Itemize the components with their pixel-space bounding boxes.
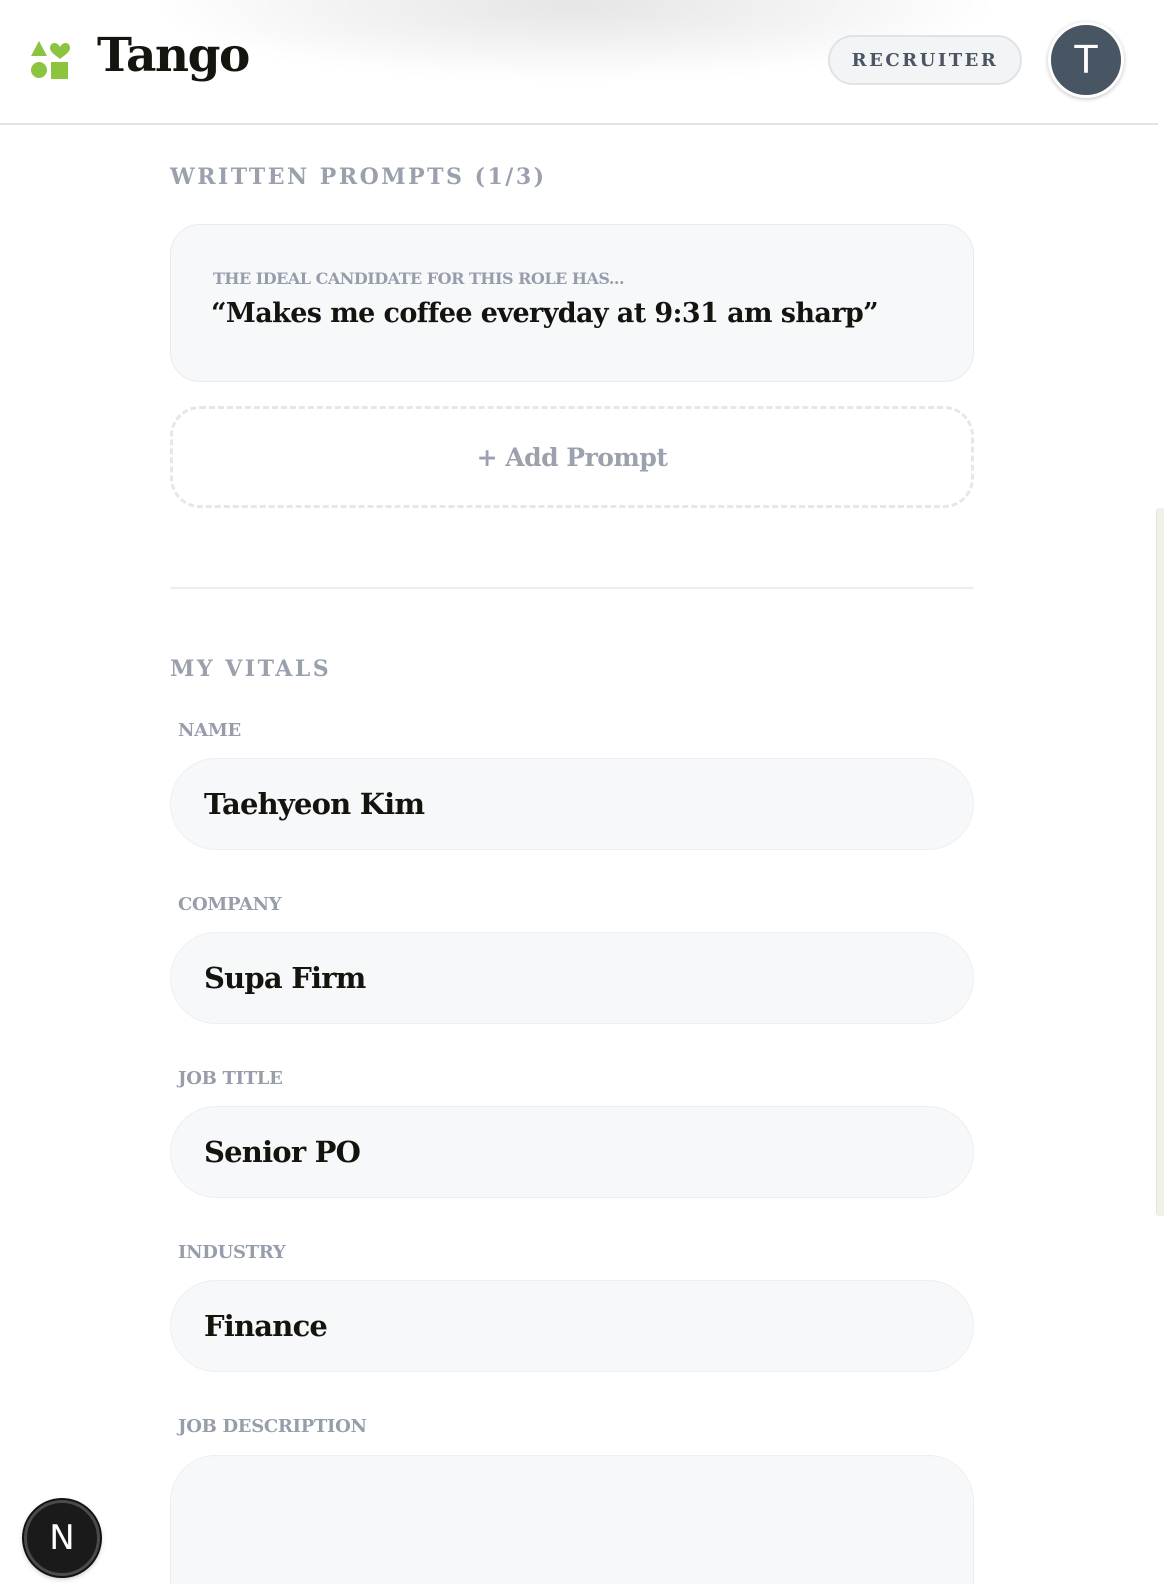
- job-description-label: JOB DESCRIPTION: [178, 1416, 367, 1437]
- company-label: COMPANY: [178, 894, 282, 915]
- company-value: Supa Firm: [204, 961, 366, 995]
- job-description-field[interactable]: [170, 1455, 974, 1584]
- prompt-question: THE IDEAL CANDIDATE FOR THIS ROLE HAS...: [213, 269, 625, 288]
- industry-value: Finance: [204, 1309, 328, 1343]
- app-name[interactable]: Tango: [97, 28, 250, 83]
- dev-tools-badge[interactable]: N: [24, 1500, 100, 1576]
- written-prompts-heading: WRITTEN PROMPTS (1/3): [170, 164, 547, 190]
- add-prompt-button[interactable]: + Add Prompt: [170, 406, 974, 508]
- name-field[interactable]: Taehyeon Kim: [170, 758, 974, 850]
- my-vitals-heading: MY VITALS: [170, 656, 332, 682]
- avatar[interactable]: T: [1048, 22, 1124, 98]
- section-divider: [170, 587, 974, 589]
- tango-logo-icon: [31, 41, 70, 79]
- top-header: Tango RECRUITER T: [0, 0, 1158, 125]
- company-field[interactable]: Supa Firm: [170, 932, 974, 1024]
- name-value: Taehyeon Kim: [204, 787, 425, 821]
- prompt-answer: “Makes me coffee everyday at 9:31 am sha…: [211, 298, 879, 329]
- name-label: NAME: [178, 720, 241, 741]
- page: Tango RECRUITER T WRITTEN PROMPTS (1/3) …: [0, 0, 1164, 1584]
- scrollbar[interactable]: [1156, 508, 1164, 1216]
- industry-label: INDUSTRY: [178, 1242, 286, 1263]
- job-title-value: Senior PO: [204, 1135, 361, 1169]
- industry-field[interactable]: Finance: [170, 1280, 974, 1372]
- role-badge[interactable]: RECRUITER: [828, 35, 1022, 85]
- prompt-card[interactable]: THE IDEAL CANDIDATE FOR THIS ROLE HAS...…: [170, 224, 974, 382]
- job-title-field[interactable]: Senior PO: [170, 1106, 974, 1198]
- job-title-label: JOB TITLE: [178, 1068, 283, 1089]
